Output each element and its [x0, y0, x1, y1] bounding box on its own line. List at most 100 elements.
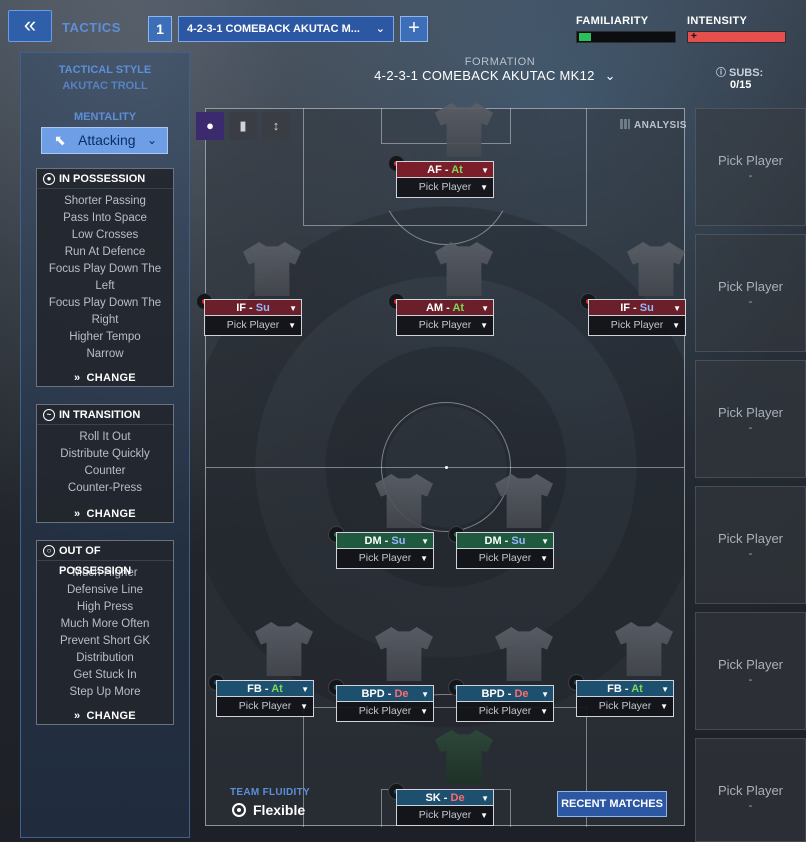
sub-slot-label: Pick Player [717, 153, 784, 168]
pick-player-select[interactable]: Pick Player ▼ [588, 316, 686, 336]
role-selector[interactable]: SK - De ▼ [396, 789, 494, 806]
position-fbr[interactable]: FB - At ▼ Pick Player ▼ [568, 674, 674, 717]
position-dmr[interactable]: DM - Su ▼ Pick Player ▼ [448, 526, 554, 569]
position-bpdr[interactable]: BPD - De ▼ Pick Player ▼ [448, 679, 554, 722]
instruction-item: Run At Defence [64, 246, 146, 258]
sub-slot-value: - [748, 800, 753, 812]
instruction-item: Focus Play Down The [48, 297, 162, 309]
instruction-item: Counter [84, 465, 126, 477]
pick-player-select[interactable]: Pick Player ▼ [456, 549, 554, 569]
sub-slot[interactable]: Pick Player - [695, 360, 806, 478]
dropdown-icon: ▼ [661, 685, 669, 694]
sub-slot[interactable]: Pick Player - [695, 108, 806, 226]
instruction-item: Distribution [76, 652, 134, 664]
pick-player-select[interactable]: Pick Player ▼ [396, 316, 494, 336]
stats-view-button[interactable]: ▮ [229, 112, 257, 140]
back-button[interactable]: « [8, 10, 52, 42]
transition-icon: ~ [43, 409, 55, 421]
position-af[interactable]: AF - At ▼ Pick Player ▼ [388, 155, 494, 198]
in-transition-change-button[interactable]: » CHANGE [37, 508, 173, 520]
grid-icon [620, 119, 630, 129]
tactic-slot-button[interactable]: 1 [148, 16, 172, 42]
position-fbl[interactable]: FB - At ▼ Pick Player ▼ [208, 674, 314, 717]
role-selector[interactable]: AM - At ▼ [396, 299, 494, 316]
familiarity-meter[interactable] [576, 31, 676, 43]
role-selector[interactable]: BPD - De ▼ [456, 685, 554, 702]
pick-player-select[interactable]: Pick Player ▼ [216, 697, 314, 717]
position-dml[interactable]: DM - Su ▼ Pick Player ▼ [328, 526, 434, 569]
position-am[interactable]: AM - At ▼ Pick Player ▼ [388, 293, 494, 336]
sub-slot-label: Pick Player [717, 657, 784, 672]
pick-player-select[interactable]: Pick Player ▼ [396, 178, 494, 198]
role-selector[interactable]: DM - Su ▼ [336, 532, 434, 549]
bar-chart-icon: ▮ [239, 118, 247, 133]
role-view-button[interactable]: ↕ [262, 112, 290, 140]
dropdown-icon: ▼ [301, 685, 309, 694]
pick-player-select[interactable]: Pick Player ▼ [576, 697, 674, 717]
formation-name: 4-2-3-1 COMEBACK AKUTAC MK12 [374, 68, 595, 83]
double-chevron-right-icon: » [74, 372, 81, 384]
instruction-item: Defensive Line [66, 584, 144, 596]
mentality-value: Attacking [78, 132, 136, 148]
recent-matches-button[interactable]: RECENT MATCHES [557, 791, 667, 817]
dropdown-icon: ▼ [541, 537, 549, 546]
role-selector[interactable]: IF - Su ▼ [204, 299, 302, 316]
team-fluidity-value[interactable]: Flexible [232, 802, 305, 818]
intensity-meter[interactable]: + [687, 31, 786, 43]
role-selector[interactable]: FB - At ▼ [576, 680, 674, 697]
sub-slot[interactable]: Pick Player - [695, 486, 806, 604]
position-sk[interactable]: SK - De ▼ Pick Player ▼ [388, 783, 494, 826]
sub-slot-value: - [748, 548, 753, 560]
formation-select[interactable]: 4-2-3-1 COMEBACK AKUTAC MK12 ⌄ [360, 68, 630, 84]
role-selector[interactable]: IF - Su ▼ [588, 299, 686, 316]
instruction-item: Low Crosses [71, 229, 139, 241]
pick-player-select[interactable]: Pick Player ▼ [204, 316, 302, 336]
instruction-item: Distribute Quickly [60, 448, 150, 460]
position-bpdl[interactable]: BPD - De ▼ Pick Player ▼ [328, 679, 434, 722]
sub-slot[interactable]: Pick Player - [695, 234, 806, 352]
add-tactic-button[interactable]: + [400, 16, 428, 42]
fluidity-icon [232, 803, 246, 817]
ball-icon: ● [43, 173, 55, 185]
sub-slot[interactable]: Pick Player - [695, 612, 806, 730]
out-of-possession-list: Much Higher Defensive Line High Press Mu… [37, 561, 173, 701]
pick-player-select[interactable]: Pick Player ▼ [336, 549, 434, 569]
dropdown-icon: ▼ [421, 690, 429, 699]
tactic-select[interactable]: 4-2-3-1 COMEBACK AKUTAC M... ⌄ [178, 16, 394, 42]
dropdown-icon: ▼ [480, 183, 488, 192]
player-view-button[interactable]: ● [196, 112, 224, 140]
out-of-possession-title: ○ OUT OF POSSESSION [37, 541, 173, 577]
intensity-label: INTENSITY [687, 15, 748, 27]
tactical-style-value[interactable]: AKUTAC TROLL [20, 80, 190, 92]
subs-count: 0/15 [730, 79, 752, 91]
position-ifl[interactable]: IF - Su ▼ Pick Player ▼ [196, 293, 302, 336]
sub-slot[interactable]: Pick Player - [695, 738, 806, 842]
chevron-down-icon: ⌄ [375, 23, 385, 35]
out-of-possession-panel: ○ OUT OF POSSESSION Much Higher Defensive… [36, 540, 174, 725]
instruction-item: Higher Tempo [69, 331, 141, 343]
plus-icon: + [691, 31, 697, 42]
role-selector[interactable]: BPD - De ▼ [336, 685, 434, 702]
in-possession-change-button[interactable]: » CHANGE [37, 372, 173, 384]
attacking-arrow-icon: ⬉ [54, 132, 66, 148]
role-selector[interactable]: FB - At ▼ [216, 680, 314, 697]
in-transition-title: ~ IN TRANSITION [37, 405, 173, 425]
in-possession-list: Shorter Passing Pass Into Space Low Cros… [37, 189, 173, 363]
double-chevron-right-icon: » [74, 508, 81, 520]
out-of-possession-change-button[interactable]: » CHANGE [37, 710, 173, 722]
role-selector[interactable]: AF - At ▼ [396, 161, 494, 178]
position-ifr[interactable]: IF - Su ▼ Pick Player ▼ [580, 293, 686, 336]
instruction-item: Pass Into Space [63, 212, 147, 224]
familiarity-fill [579, 33, 591, 41]
role-selector[interactable]: DM - Su ▼ [456, 532, 554, 549]
sub-slot-label: Pick Player [717, 783, 784, 798]
analysis-button[interactable]: ANALYSIS [620, 119, 687, 131]
pick-player-select[interactable]: Pick Player ▼ [396, 806, 494, 826]
mentality-select[interactable]: ⬉ Attacking ⌄ [41, 127, 168, 154]
pick-player-select[interactable]: Pick Player ▼ [456, 702, 554, 722]
pick-player-select[interactable]: Pick Player ▼ [336, 702, 434, 722]
sub-slot-value: - [748, 170, 753, 182]
tactic-select-label: 4-2-3-1 COMEBACK AKUTAC M... [187, 23, 360, 35]
instruction-item: Left [95, 280, 115, 292]
double-chevron-right-icon: » [74, 710, 81, 722]
